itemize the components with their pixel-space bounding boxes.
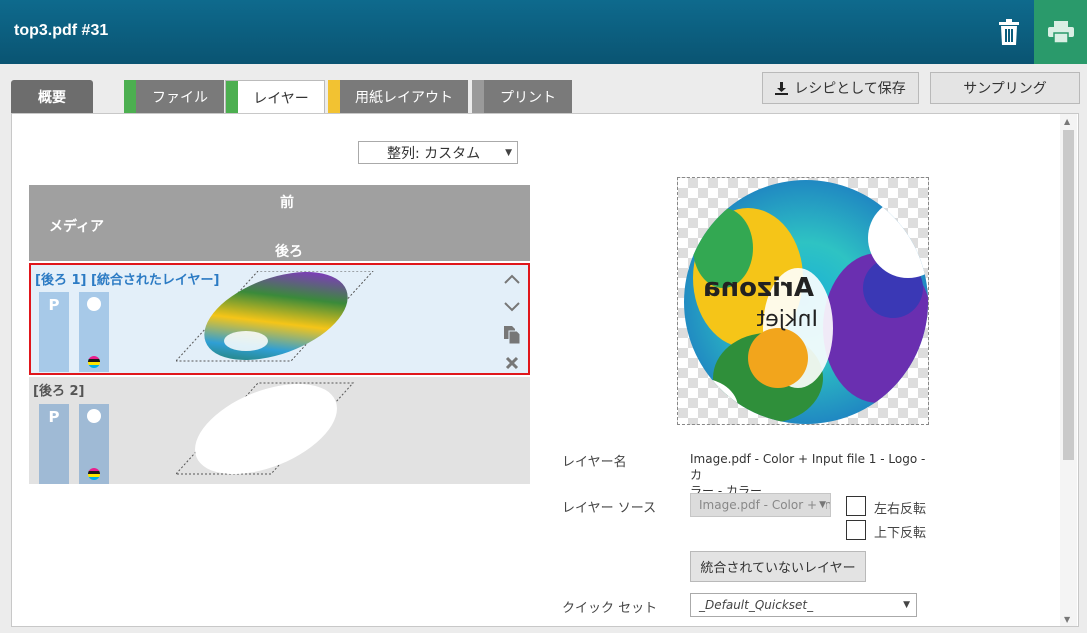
layer-source-select: Image.pdf - Color + Input file 1 ▼: [690, 493, 831, 517]
media-label: メディア: [49, 219, 105, 235]
back-label: 後ろ: [275, 244, 303, 260]
layer-row-back-2[interactable]: [後ろ 2] P: [29, 377, 530, 484]
layer-name-label: レイヤー名: [562, 455, 627, 470]
delete-button[interactable]: [984, 0, 1034, 64]
scroll-down-icon[interactable]: ▼: [1064, 615, 1070, 624]
layer-name-line1: Image.pdf - Color + Input file 1 - Logo …: [690, 452, 926, 482]
flip-vertical-checkbox[interactable]: [846, 520, 866, 540]
logo-text-2: Inkjet: [756, 307, 818, 332]
align-select[interactable]: 整列: カスタム ▼: [358, 141, 518, 164]
print-mode-label: P: [48, 408, 60, 426]
move-down-button[interactable]: [501, 293, 523, 321]
vertical-scrollbar[interactable]: ▲ ▼: [1060, 114, 1077, 626]
chevron-down-icon: [504, 302, 520, 312]
align-select-value: 整列: カスタム: [387, 145, 481, 162]
print-mode-label: P: [48, 296, 60, 314]
tab-stripe: [124, 80, 136, 113]
print-button[interactable]: [1034, 0, 1087, 64]
tab-layer-label: レイヤー: [253, 90, 309, 107]
scrollbar-thumb[interactable]: [1063, 130, 1074, 460]
copy-icon: [504, 326, 520, 344]
layer-preview: Arizona Inkjet: [677, 177, 929, 425]
tab-stripe: [328, 80, 340, 113]
tab-stripe: [226, 81, 238, 114]
white-ink-icon: [87, 409, 101, 423]
print-mode-badge: P: [39, 292, 69, 372]
scroll-up-icon[interactable]: ▲: [1064, 117, 1070, 126]
quickset-value: _Default_Quickset_: [699, 598, 814, 612]
chevron-down-icon: ▼: [505, 147, 512, 158]
sampling-label: サンプリング: [963, 81, 1047, 97]
download-icon: [775, 81, 789, 95]
flip-vertical-label: 上下反転: [874, 526, 927, 541]
layer-source-label: レイヤー ソース: [562, 501, 657, 516]
tab-file[interactable]: ファイル: [124, 80, 224, 113]
title-bar: top3.pdf #31: [0, 0, 1087, 64]
chevron-down-icon: ▼: [817, 500, 826, 510]
printer-icon: [1047, 21, 1074, 43]
color-channel-badge: [79, 404, 109, 484]
print-mode-badge: P: [39, 404, 69, 484]
layer-row-back-1[interactable]: [後ろ 1] [統合されたレイヤー] P: [29, 263, 530, 375]
tab-overview[interactable]: 概要: [11, 80, 93, 113]
logo-text-1: Arizona: [703, 273, 814, 303]
layer-name-value: Image.pdf - Color + Input file 1 - Logo …: [690, 451, 930, 499]
tab-overview-label: 概要: [38, 89, 66, 106]
tab-stripe: [472, 80, 484, 113]
color-channel-badge: [79, 292, 109, 372]
save-recipe-label: レシピとして保存: [794, 81, 906, 97]
unmerged-layers-button[interactable]: 統合されていないレイヤー: [690, 551, 866, 582]
layer-thumbnail: [176, 382, 355, 475]
preview-image: Arizona Inkjet: [684, 180, 928, 424]
delete-layer-button[interactable]: [501, 349, 523, 377]
front-label: 前: [280, 195, 294, 211]
chevron-down-icon: ▼: [903, 600, 910, 610]
trash-icon: [999, 19, 1019, 45]
chevron-up-icon: [504, 274, 520, 284]
media-header: 前 メディア 後ろ: [29, 185, 530, 261]
tab-layer[interactable]: レイヤー: [225, 80, 325, 114]
duplicate-button[interactable]: [501, 321, 523, 349]
tab-print-label: プリント: [500, 89, 556, 106]
move-up-button[interactable]: [501, 265, 523, 293]
save-recipe-button[interactable]: レシピとして保存: [762, 72, 919, 104]
flip-horizontal-label: 左右反転: [874, 502, 927, 517]
flip-horizontal-checkbox[interactable]: [846, 496, 866, 516]
tab-paper-layout-label: 用紙レイアウト: [355, 89, 453, 106]
layer-thumbnail: [176, 271, 374, 362]
cmyk-ink-icon: [88, 468, 100, 480]
window-title: top3.pdf #31: [14, 22, 109, 39]
unmerged-layers-label: 統合されていないレイヤー: [700, 561, 856, 576]
sampling-button[interactable]: サンプリング: [930, 72, 1080, 104]
tab-file-label: ファイル: [152, 89, 208, 106]
quickset-select[interactable]: _Default_Quickset_ ▼: [690, 593, 917, 617]
tab-paper-layout[interactable]: 用紙レイアウト: [328, 80, 468, 113]
layer-source-value: Image.pdf - Color + Input file 1: [699, 498, 830, 512]
tab-print[interactable]: プリント: [472, 80, 572, 113]
layer-row-actions: [501, 265, 523, 377]
layer-title: [後ろ 2]: [33, 384, 85, 399]
close-icon: [505, 356, 519, 370]
cmyk-ink-icon: [88, 356, 100, 368]
white-ink-icon: [87, 297, 101, 311]
quickset-label: クイック セット: [562, 601, 658, 616]
